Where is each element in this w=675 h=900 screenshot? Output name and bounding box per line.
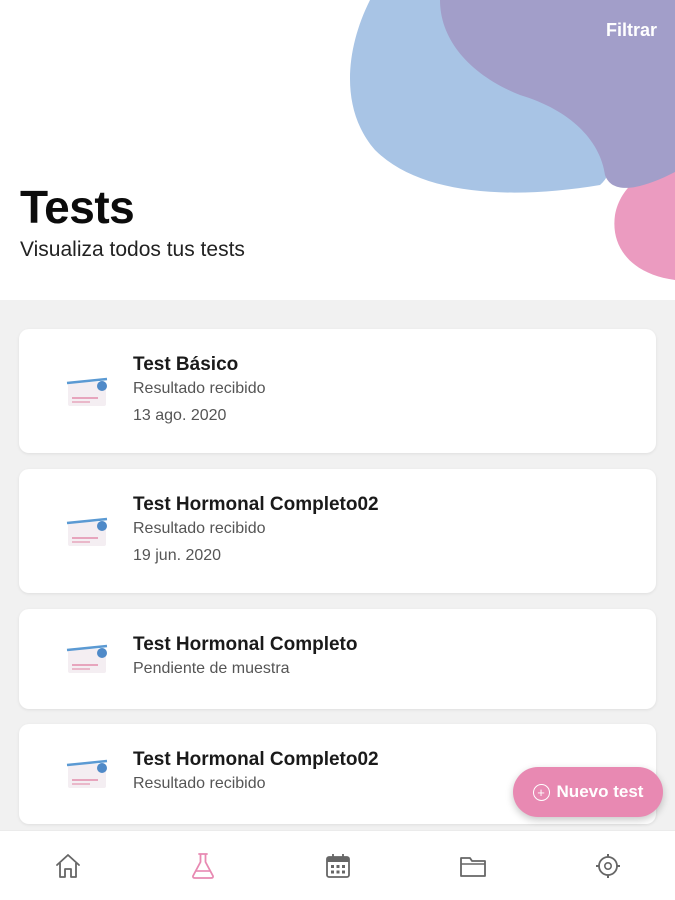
home-icon <box>55 854 80 878</box>
test-card[interactable]: Test Hormonal Completo02 Resultado recib… <box>19 469 656 593</box>
nav-home[interactable] <box>0 831 135 900</box>
nav-tests[interactable] <box>135 831 270 900</box>
test-status: Resultado recibido <box>133 520 266 537</box>
test-kit-icon <box>66 517 108 546</box>
bottom-nav <box>0 830 675 900</box>
test-status: Resultado recibido <box>133 380 266 397</box>
test-name: Test Hormonal Completo <box>133 634 358 655</box>
page-title: Tests <box>20 181 135 233</box>
test-card[interactable]: Test Básico Resultado recibido 13 ago. 2… <box>19 329 656 453</box>
test-card[interactable]: Test Hormonal Completo Pendiente de mues… <box>19 609 656 709</box>
new-test-label: Nuevo test <box>556 782 644 801</box>
test-kit-icon <box>66 644 108 673</box>
nav-folder[interactable] <box>405 831 540 900</box>
flask-icon <box>191 853 214 879</box>
filter-link[interactable]: Filtrar <box>606 20 657 41</box>
test-date: 13 ago. 2020 <box>133 407 227 424</box>
test-date: 19 jun. 2020 <box>133 547 222 564</box>
test-status: Resultado recibido <box>133 775 266 792</box>
folder-icon <box>459 857 486 877</box>
header: Filtrar Tests Visualiza todos tus tests <box>0 0 675 300</box>
calendar-icon <box>325 854 350 878</box>
page-subtitle: Visualiza todos tus tests <box>20 238 245 261</box>
new-test-button[interactable]: + Nuevo test <box>513 767 663 817</box>
plus-circle-icon: + <box>532 783 550 801</box>
test-name: Test Hormonal Completo02 <box>133 749 379 770</box>
test-name: Test Básico <box>133 354 239 375</box>
nav-calendar[interactable] <box>270 831 405 900</box>
nav-settings[interactable] <box>540 831 675 900</box>
tests-list: Test Básico Resultado recibido 13 ago. 2… <box>0 300 675 830</box>
test-status: Pendiente de muestra <box>133 660 290 677</box>
test-kit-icon <box>66 377 108 406</box>
test-kit-icon <box>66 759 108 788</box>
settings-icon <box>595 854 620 878</box>
test-name: Test Hormonal Completo02 <box>133 494 379 515</box>
